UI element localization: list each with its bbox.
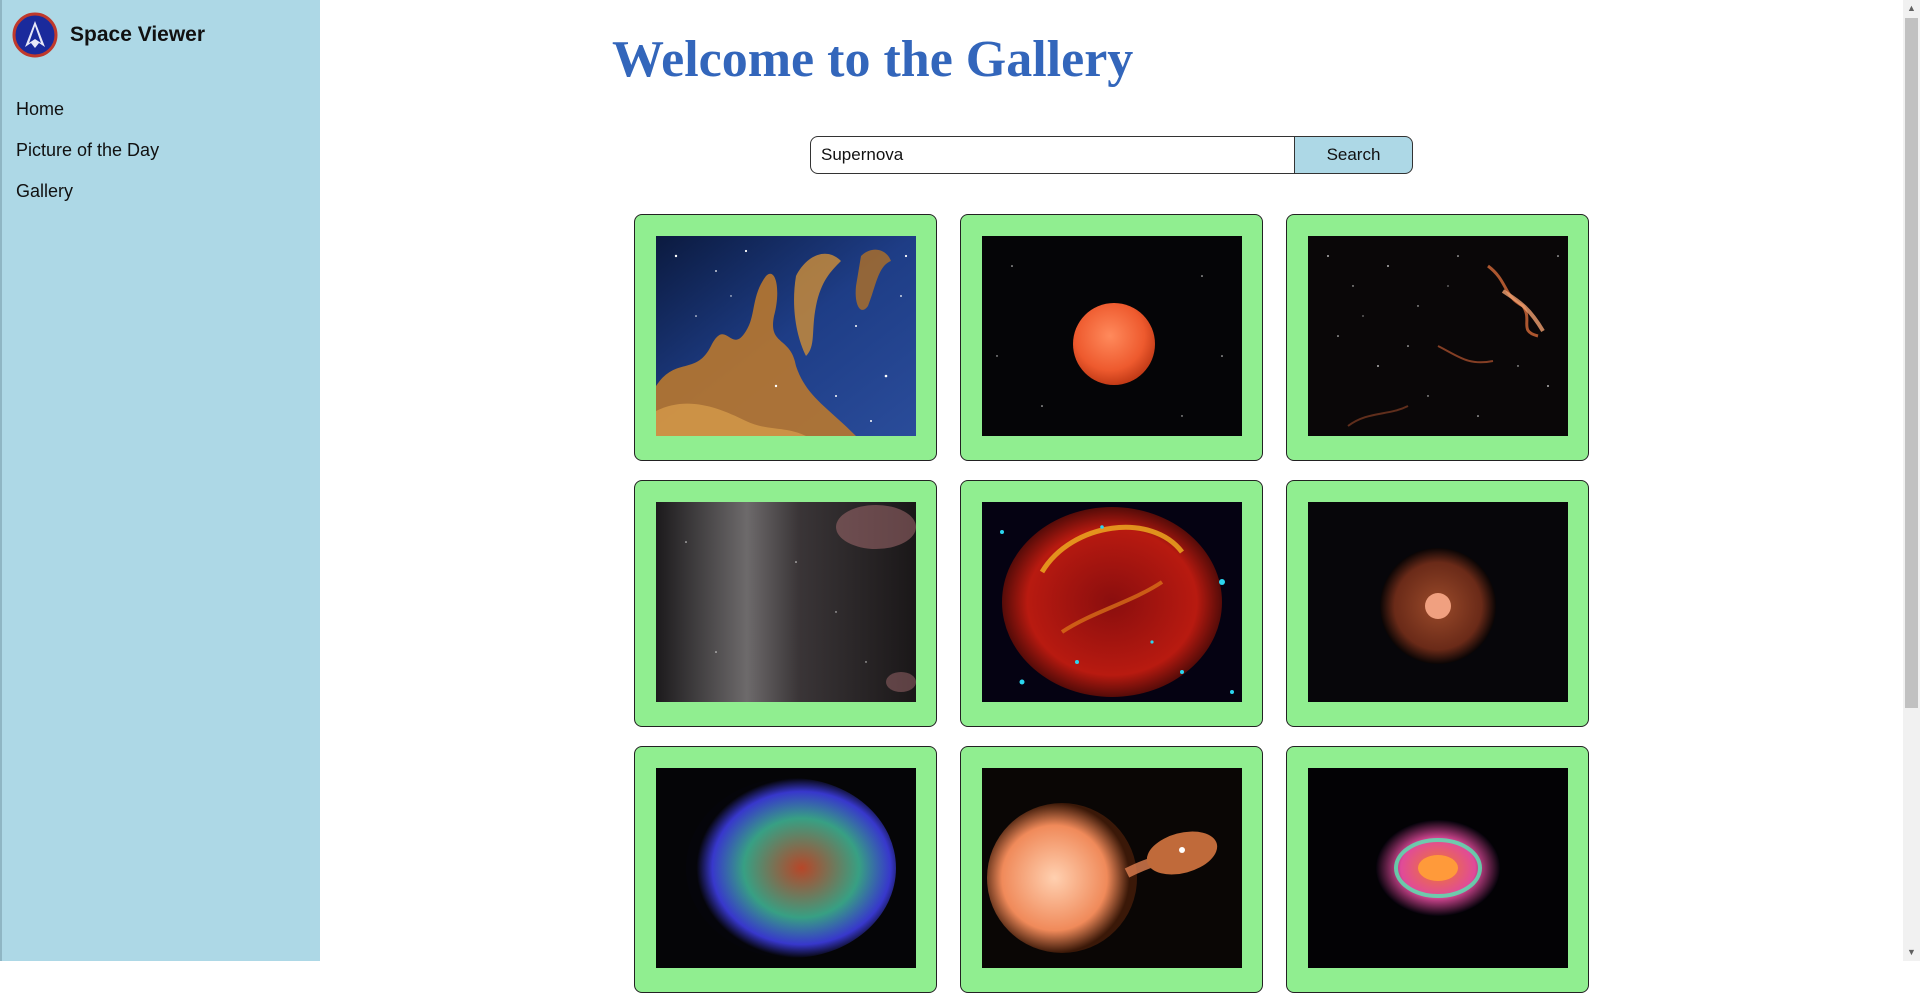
app-name: Space Viewer [70,23,206,46]
gallery-card[interactable] [634,480,937,727]
page-title: Welcome to the Gallery [612,31,1134,88]
rocket-logo-icon [12,12,58,58]
multicolor-supernova-remnant-image [656,768,916,968]
gallery-card[interactable] [960,214,1263,461]
search-input[interactable] [810,136,1295,174]
ring-supernova-image [1308,768,1568,968]
sidebar-item-picture-of-the-day[interactable]: Picture of the Day [16,137,159,178]
vertical-scrollbar[interactable]: ▲ ▼ [1903,0,1920,961]
red-supernova-remnant-image [982,502,1242,702]
gallery-card[interactable] [1286,746,1589,993]
sidebar: Space Viewer Home Picture of the Day Gal… [0,0,320,961]
sidebar-item-home[interactable]: Home [16,96,159,137]
scroll-up-arrow-icon[interactable]: ▲ [1903,0,1920,17]
gallery-card[interactable] [960,746,1263,993]
gallery-card[interactable] [634,746,937,993]
gallery-card[interactable] [1286,214,1589,461]
red-star-image [982,236,1242,436]
star-with-halo-image [1308,502,1568,702]
search-button[interactable]: Search [1295,136,1413,174]
gallery-card[interactable] [634,214,937,461]
sidebar-item-gallery[interactable]: Gallery [16,178,159,219]
gallery-card[interactable] [1286,480,1589,727]
grey-dust-cloud-image [656,502,916,702]
brand[interactable]: Space Viewer [12,12,205,58]
sidebar-nav: Home Picture of the Day Gallery [16,96,159,219]
binary-star-accretion-image [982,768,1242,968]
nebula-pillars-image [656,236,916,436]
supernova-remnant-filaments-image [1308,236,1568,436]
gallery-card[interactable] [960,480,1263,727]
scroll-thumb[interactable] [1905,18,1918,708]
scroll-down-arrow-icon[interactable]: ▼ [1903,944,1920,961]
search-bar: Search [810,136,1413,174]
